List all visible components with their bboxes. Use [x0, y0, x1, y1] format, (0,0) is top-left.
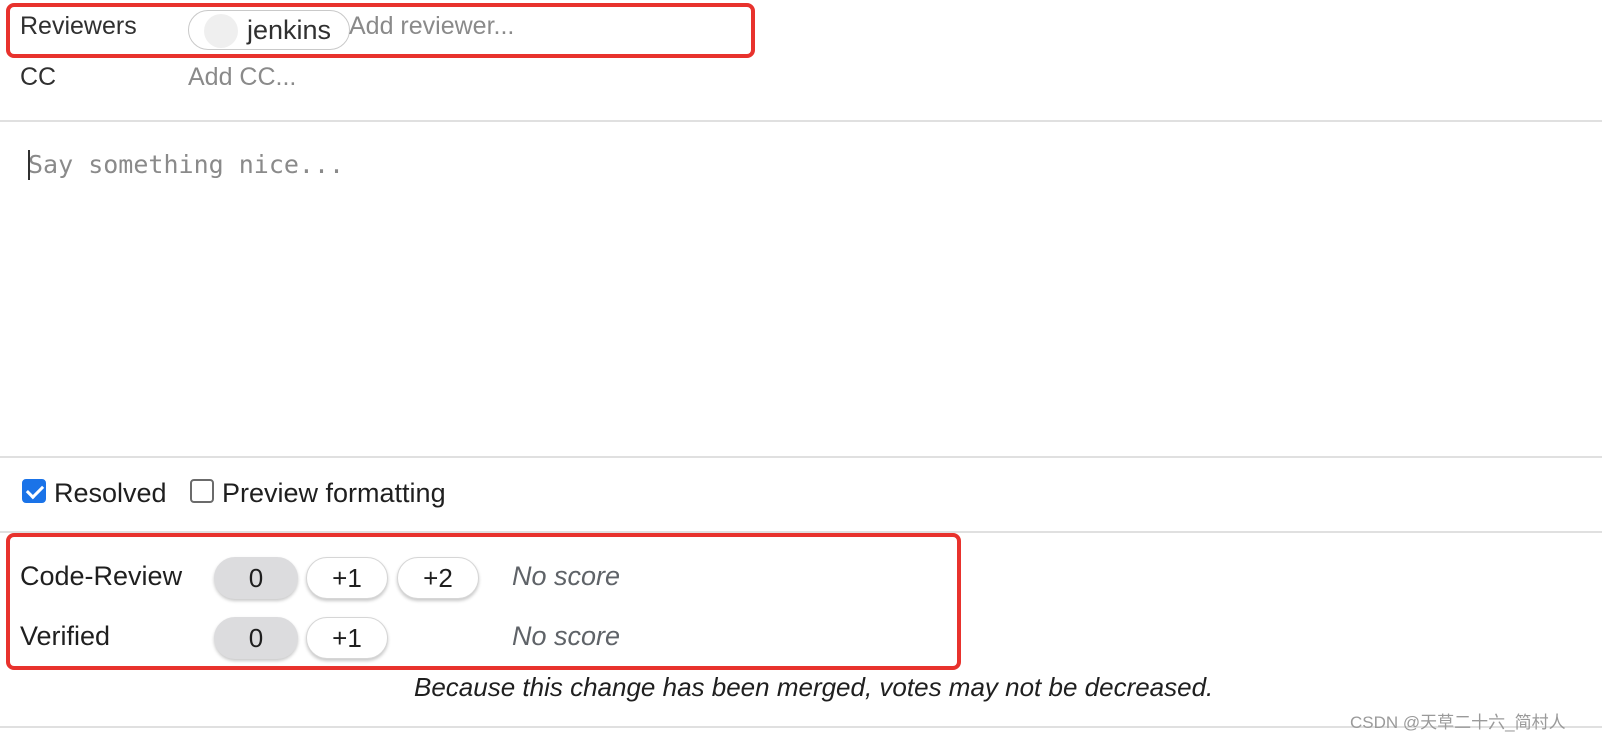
divider	[0, 456, 1602, 458]
add-cc-input[interactable]: Add CC...	[188, 63, 296, 92]
reviewer-chip-jenkins[interactable]: jenkins	[188, 10, 350, 50]
reviewer-chip-name: jenkins	[247, 15, 332, 45]
verified-score: No score	[512, 621, 621, 651]
watermark: CSDN @天草二十六_简村人	[1350, 713, 1566, 732]
preview-formatting-checkbox[interactable]	[190, 479, 214, 503]
code-review-label: Code-Review	[20, 561, 183, 591]
add-reviewer-input[interactable]: Add reviewer...	[349, 12, 514, 41]
votes-footnote: Because this change has been merged, vot…	[414, 672, 1214, 702]
code-review-vote-plus2[interactable]: +2	[397, 557, 479, 599]
comment-textarea[interactable]	[0, 122, 1602, 455]
resolved-label[interactable]: Resolved	[54, 478, 167, 509]
reviewers-label: Reviewers	[20, 12, 137, 40]
verified-vote-plus1[interactable]: +1	[306, 617, 388, 659]
verified-vote-0[interactable]: 0	[214, 617, 298, 659]
preview-formatting-label[interactable]: Preview formatting	[222, 478, 446, 509]
code-review-vote-plus1[interactable]: +1	[306, 557, 388, 599]
code-review-score: No score	[512, 561, 621, 591]
votes-highlight-box	[6, 533, 961, 670]
resolved-checkbox[interactable]	[22, 479, 46, 503]
avatar	[204, 14, 238, 48]
verified-label: Verified	[20, 621, 111, 651]
cc-label: CC	[20, 63, 57, 91]
code-review-vote-0[interactable]: 0	[214, 557, 298, 599]
text-caret	[28, 150, 30, 180]
